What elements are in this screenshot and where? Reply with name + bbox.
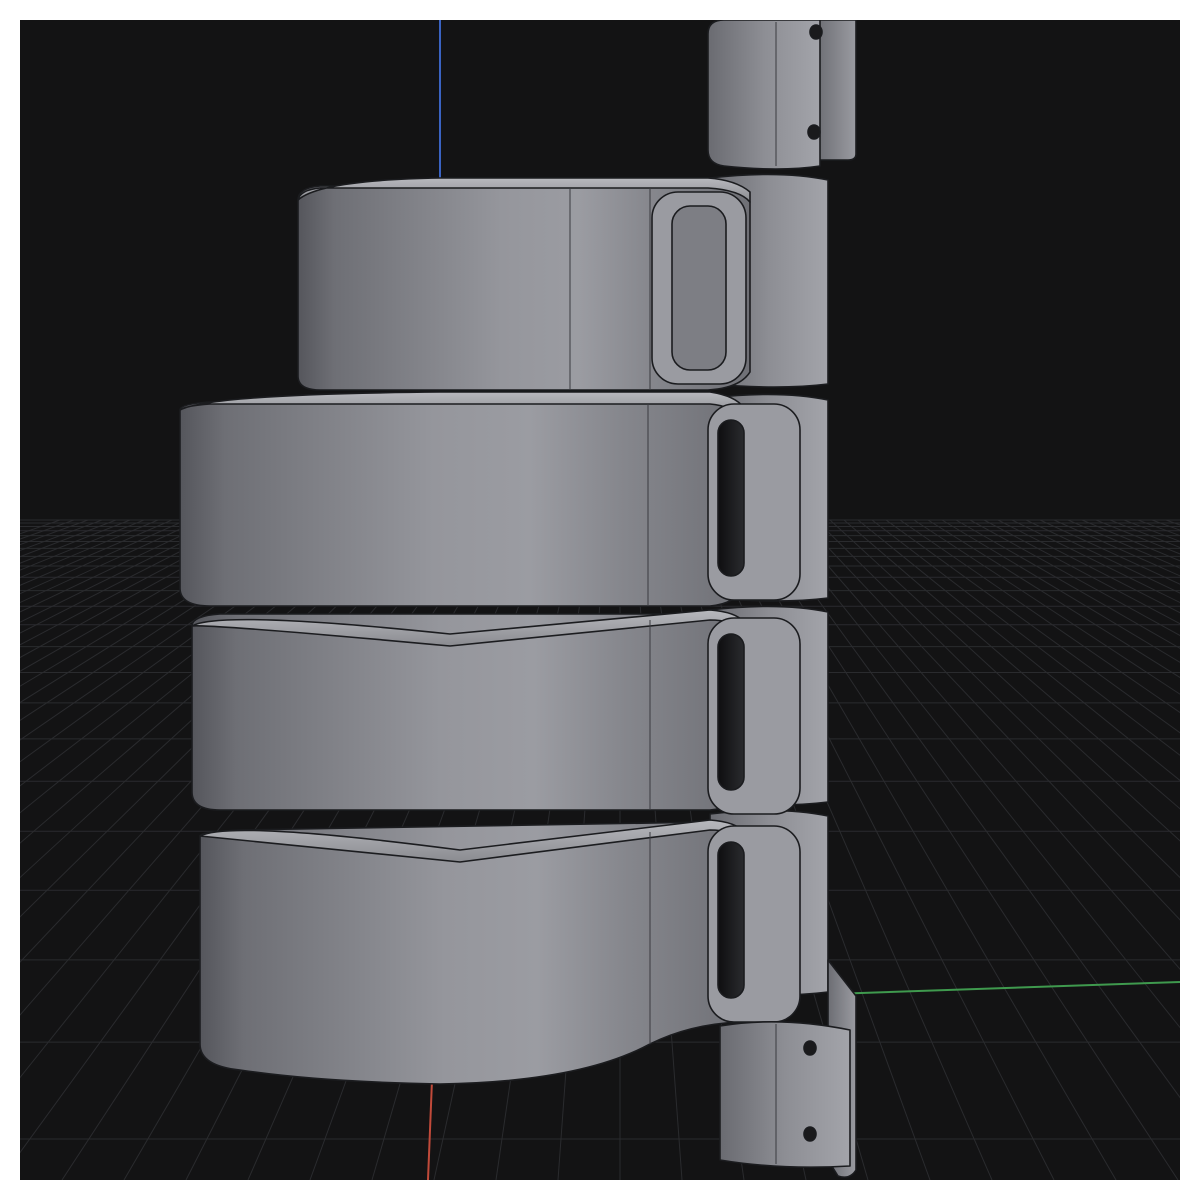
top-mounting-bracket[interactable] (707, 20, 857, 170)
large-ring-1-front (179, 401, 745, 607)
3d-viewport[interactable] (20, 20, 1180, 1180)
top-bracket-plate (815, 20, 857, 161)
top-ring[interactable] (297, 177, 751, 391)
top-bracket-screw-hole-lower (807, 124, 821, 140)
large-ring-1[interactable] (179, 391, 801, 607)
large-ring-3-slot-opening (717, 841, 745, 999)
top-bracket-knuckle (707, 20, 821, 170)
large-ring-2-slot-opening (717, 633, 745, 791)
top-ring-slot-opening (671, 205, 727, 371)
bottom-bracket-screw-hole-lower (803, 1126, 817, 1142)
large-ring-2[interactable] (191, 609, 801, 815)
bottom-bracket-screw-hole-upper (803, 1040, 817, 1056)
bottom-bracket-knuckle (719, 1021, 851, 1168)
screenshot-frame (0, 0, 1200, 1200)
top-bracket-screw-hole-upper (809, 24, 823, 40)
large-ring-1-slot-opening (717, 419, 745, 577)
viewport-scene[interactable] (20, 20, 1180, 1180)
